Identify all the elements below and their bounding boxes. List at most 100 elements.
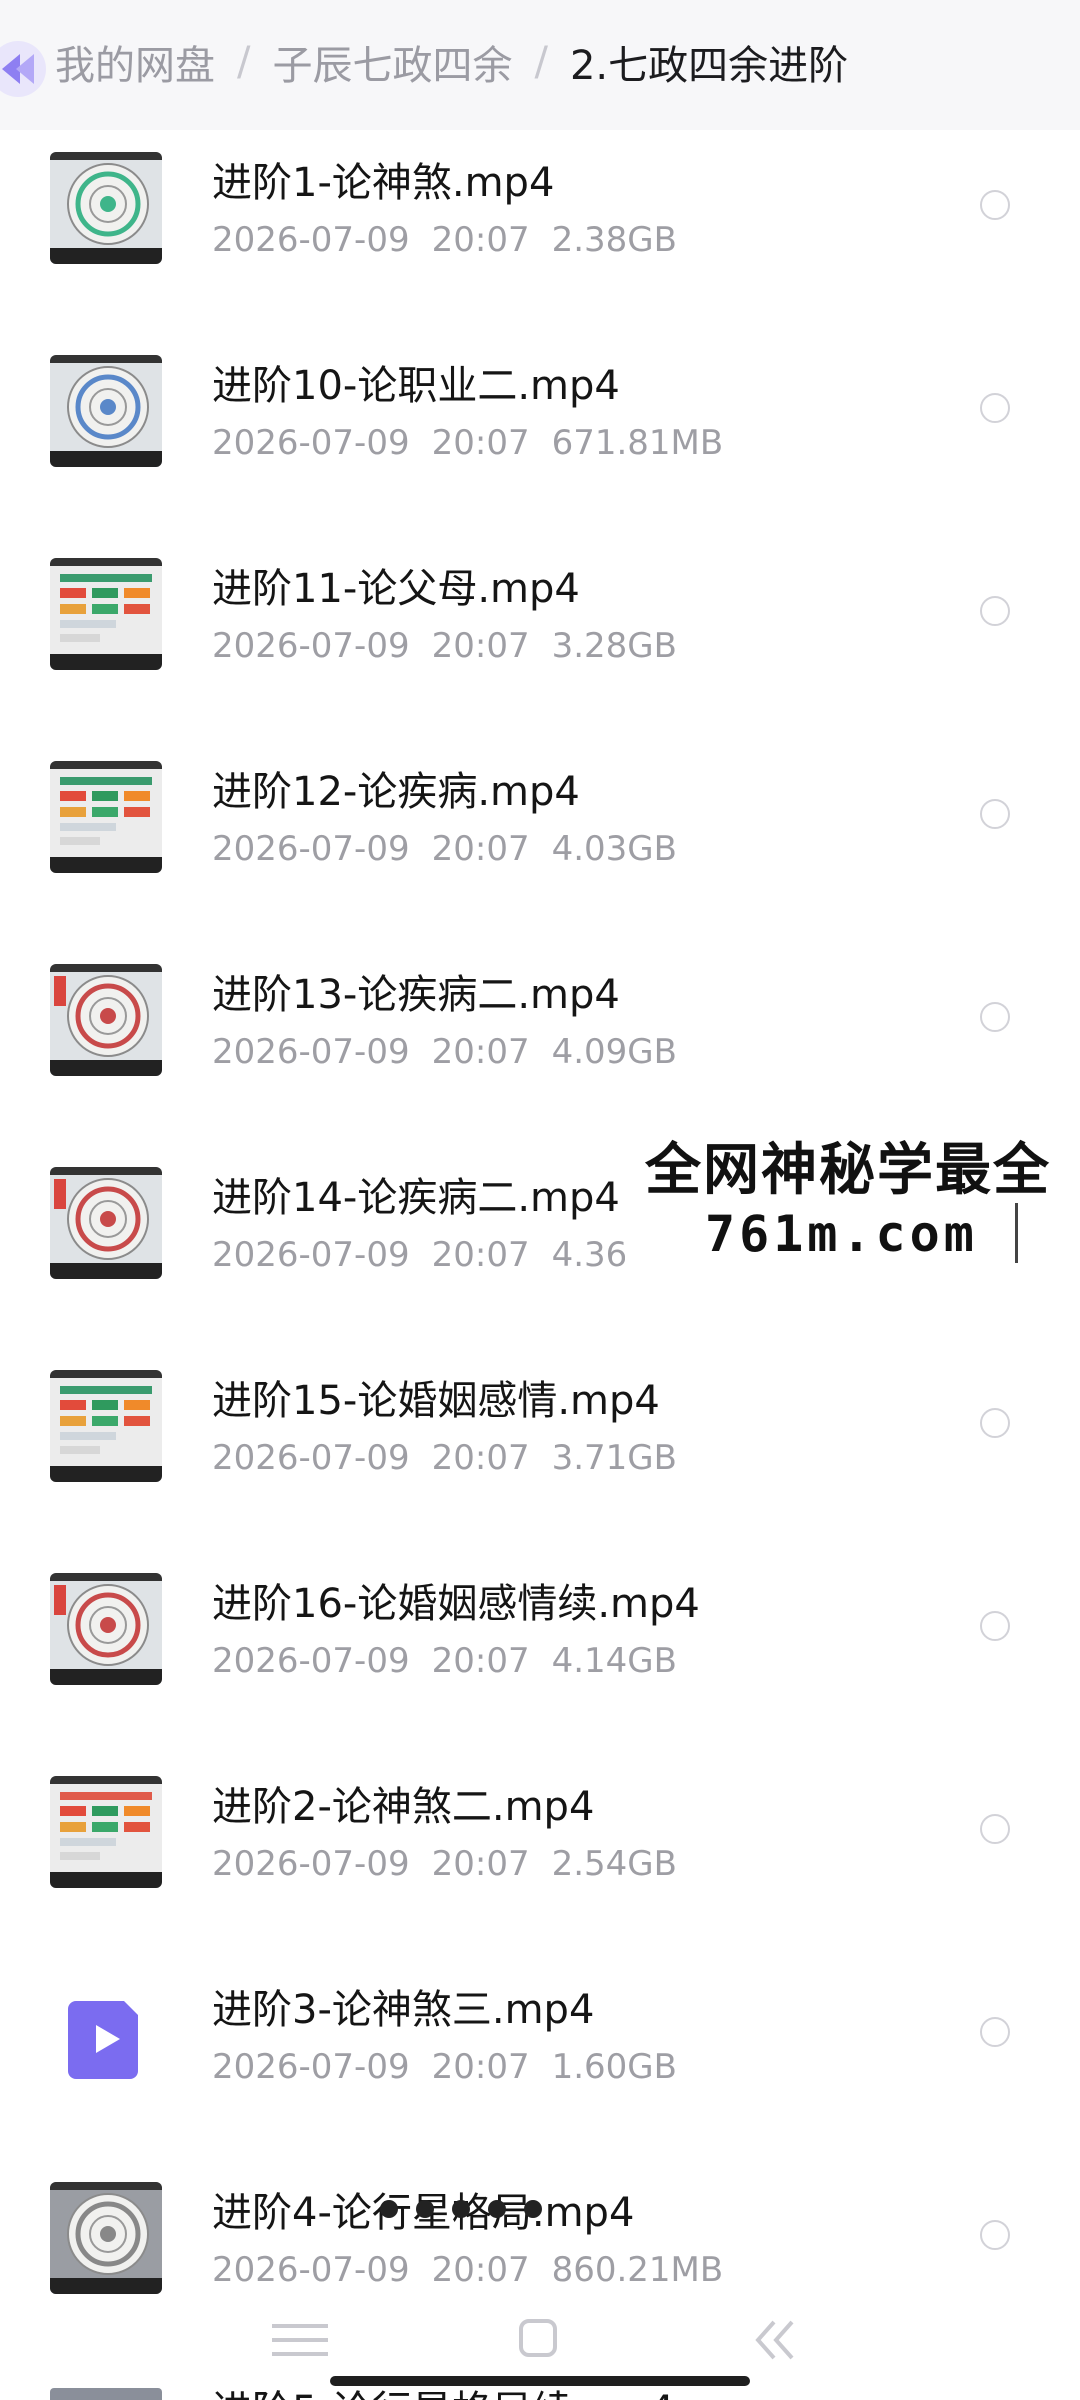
system-navbar bbox=[0, 2300, 1080, 2400]
file-name: 进阶10-论职业二.mp4 bbox=[212, 363, 620, 409]
file-size: 2.38GB bbox=[551, 220, 677, 260]
file-time: 20:07 bbox=[431, 829, 530, 869]
file-time: 20:07 bbox=[431, 423, 530, 463]
breadcrumb-item-current: 2.七政四余进阶 bbox=[569, 43, 849, 89]
file-thumbnail bbox=[50, 964, 162, 1076]
file-date: 2026-07-09 bbox=[212, 626, 410, 666]
file-list-item[interactable]: 进阶16-论婚姻感情续.mp4 2026-07-09 20:07 4.14GB bbox=[0, 1561, 1080, 1764]
file-time: 20:07 bbox=[431, 2250, 530, 2290]
file-name: 进阶14-论疾病二.mp4 bbox=[212, 1175, 620, 1221]
file-meta: 2026-07-09 20:07 4.36 bbox=[212, 1235, 627, 1275]
home-icon[interactable] bbox=[518, 2318, 558, 2358]
video-thumbnail-icon bbox=[50, 1167, 162, 1279]
file-size: 4.36 bbox=[551, 1235, 628, 1275]
file-size: 1.60GB bbox=[551, 2047, 677, 2087]
file-meta: 2026-07-09 20:07 4.14GB bbox=[212, 1641, 677, 1681]
loading-dots bbox=[380, 2200, 542, 2218]
select-radio[interactable] bbox=[980, 1611, 1010, 1641]
file-name: 进阶2-论神煞二.mp4 bbox=[212, 1784, 595, 1830]
file-date: 2026-07-09 bbox=[212, 1438, 410, 1478]
file-name: 进阶13-论疾病二.mp4 bbox=[212, 972, 620, 1018]
file-date: 2026-07-09 bbox=[212, 423, 410, 463]
file-size: 4.03GB bbox=[551, 829, 677, 869]
file-time: 20:07 bbox=[431, 1641, 530, 1681]
home-indicator[interactable] bbox=[330, 2376, 750, 2386]
file-time: 20:07 bbox=[431, 220, 530, 260]
file-meta: 2026-07-09 20:07 3.28GB bbox=[212, 626, 677, 666]
file-time: 20:07 bbox=[431, 626, 530, 666]
breadcrumb: 我的网盘 / 子辰七政四余 / 2.七政四余进阶 bbox=[55, 30, 848, 94]
file-name: 进阶15-论婚姻感情.mp4 bbox=[212, 1378, 660, 1424]
file-meta: 2026-07-09 20:07 1.60GB bbox=[212, 2047, 677, 2087]
video-thumbnail-icon bbox=[50, 558, 162, 670]
file-date: 2026-07-09 bbox=[212, 1032, 410, 1072]
select-radio[interactable] bbox=[980, 393, 1010, 423]
back-button[interactable] bbox=[0, 34, 56, 104]
file-thumbnail bbox=[50, 1776, 162, 1888]
file-thumbnail bbox=[50, 1979, 162, 2091]
select-radio[interactable] bbox=[980, 190, 1010, 220]
file-size: 4.09GB bbox=[551, 1032, 677, 1072]
back-arrow-icon bbox=[0, 41, 46, 97]
file-time: 20:07 bbox=[431, 1235, 530, 1275]
back-icon[interactable] bbox=[752, 2318, 802, 2362]
breadcrumb-separator: / bbox=[534, 39, 548, 85]
watermark-url: 761m.com bbox=[705, 1205, 978, 1263]
video-thumbnail-icon bbox=[50, 2182, 162, 2294]
file-list-item[interactable]: 进阶2-论神煞二.mp4 2026-07-09 20:07 2.54GB bbox=[0, 1764, 1080, 1967]
video-thumbnail-icon bbox=[50, 761, 162, 873]
file-list-item[interactable]: 进阶10-论职业二.mp4 2026-07-09 20:07 671.81MB bbox=[0, 343, 1080, 546]
select-radio[interactable] bbox=[980, 2220, 1010, 2250]
file-name: 进阶11-论父母.mp4 bbox=[212, 566, 580, 612]
file-date: 2026-07-09 bbox=[212, 1844, 410, 1884]
file-date: 2026-07-09 bbox=[212, 829, 410, 869]
video-thumbnail-icon bbox=[50, 1776, 162, 1888]
dot bbox=[452, 2200, 470, 2218]
file-meta: 2026-07-09 20:07 860.21MB bbox=[212, 2250, 723, 2290]
select-radio[interactable] bbox=[980, 1002, 1010, 1032]
file-time: 20:07 bbox=[431, 1032, 530, 1072]
file-name: 进阶12-论疾病.mp4 bbox=[212, 769, 580, 815]
dot bbox=[380, 2200, 398, 2218]
dot bbox=[416, 2200, 434, 2218]
file-time: 20:07 bbox=[431, 1438, 530, 1478]
menu-icon[interactable] bbox=[270, 2320, 330, 2360]
file-time: 20:07 bbox=[431, 1844, 530, 1884]
video-thumbnail-icon bbox=[50, 1573, 162, 1685]
file-name: 进阶16-论婚姻感情续.mp4 bbox=[212, 1581, 700, 1627]
breadcrumb-item-folder[interactable]: 子辰七政四余 bbox=[272, 33, 512, 91]
watermark: 全网神秘学最全 761m.com bbox=[625, 1125, 1080, 1275]
file-list-item[interactable]: 进阶1-论神煞.mp4 2026-07-09 20:07 2.38GB bbox=[0, 140, 1080, 343]
file-meta: 2026-07-09 20:07 2.54GB bbox=[212, 1844, 677, 1884]
select-radio[interactable] bbox=[980, 2017, 1010, 2047]
file-list-item[interactable]: 进阶11-论父母.mp4 2026-07-09 20:07 3.28GB bbox=[0, 546, 1080, 749]
file-size: 860.21MB bbox=[551, 2250, 724, 2290]
file-thumbnail bbox=[50, 558, 162, 670]
file-meta: 2026-07-09 20:07 671.81MB bbox=[212, 423, 723, 463]
video-thumbnail-icon bbox=[50, 1370, 162, 1482]
file-name: 进阶1-论神煞.mp4 bbox=[212, 160, 555, 206]
file-list-item[interactable]: 进阶12-论疾病.mp4 2026-07-09 20:07 4.03GB bbox=[0, 749, 1080, 952]
file-thumbnail bbox=[50, 1167, 162, 1279]
file-size: 4.14GB bbox=[551, 1641, 677, 1681]
dot bbox=[488, 2200, 506, 2218]
file-thumbnail bbox=[50, 152, 162, 264]
file-time: 20:07 bbox=[431, 2047, 530, 2087]
file-list-item[interactable]: 进阶3-论神煞三.mp4 2026-07-09 20:07 1.60GB bbox=[0, 1967, 1080, 2170]
dot bbox=[524, 2200, 542, 2218]
watermark-cursor bbox=[1015, 1203, 1018, 1263]
video-thumbnail-icon bbox=[50, 355, 162, 467]
file-thumbnail bbox=[50, 355, 162, 467]
file-size: 671.81MB bbox=[551, 423, 724, 463]
select-radio[interactable] bbox=[980, 1814, 1010, 1844]
breadcrumb-item-home[interactable]: 我的网盘 bbox=[55, 33, 215, 91]
file-meta: 2026-07-09 20:07 4.03GB bbox=[212, 829, 677, 869]
select-radio[interactable] bbox=[980, 1408, 1010, 1438]
file-list-item[interactable]: 进阶15-论婚姻感情.mp4 2026-07-09 20:07 3.71GB bbox=[0, 1358, 1080, 1561]
select-radio[interactable] bbox=[980, 799, 1010, 829]
file-date: 2026-07-09 bbox=[212, 1641, 410, 1681]
file-meta: 2026-07-09 20:07 2.38GB bbox=[212, 220, 677, 260]
video-thumbnail-icon bbox=[50, 964, 162, 1076]
select-radio[interactable] bbox=[980, 596, 1010, 626]
video-thumbnail-icon bbox=[50, 152, 162, 264]
